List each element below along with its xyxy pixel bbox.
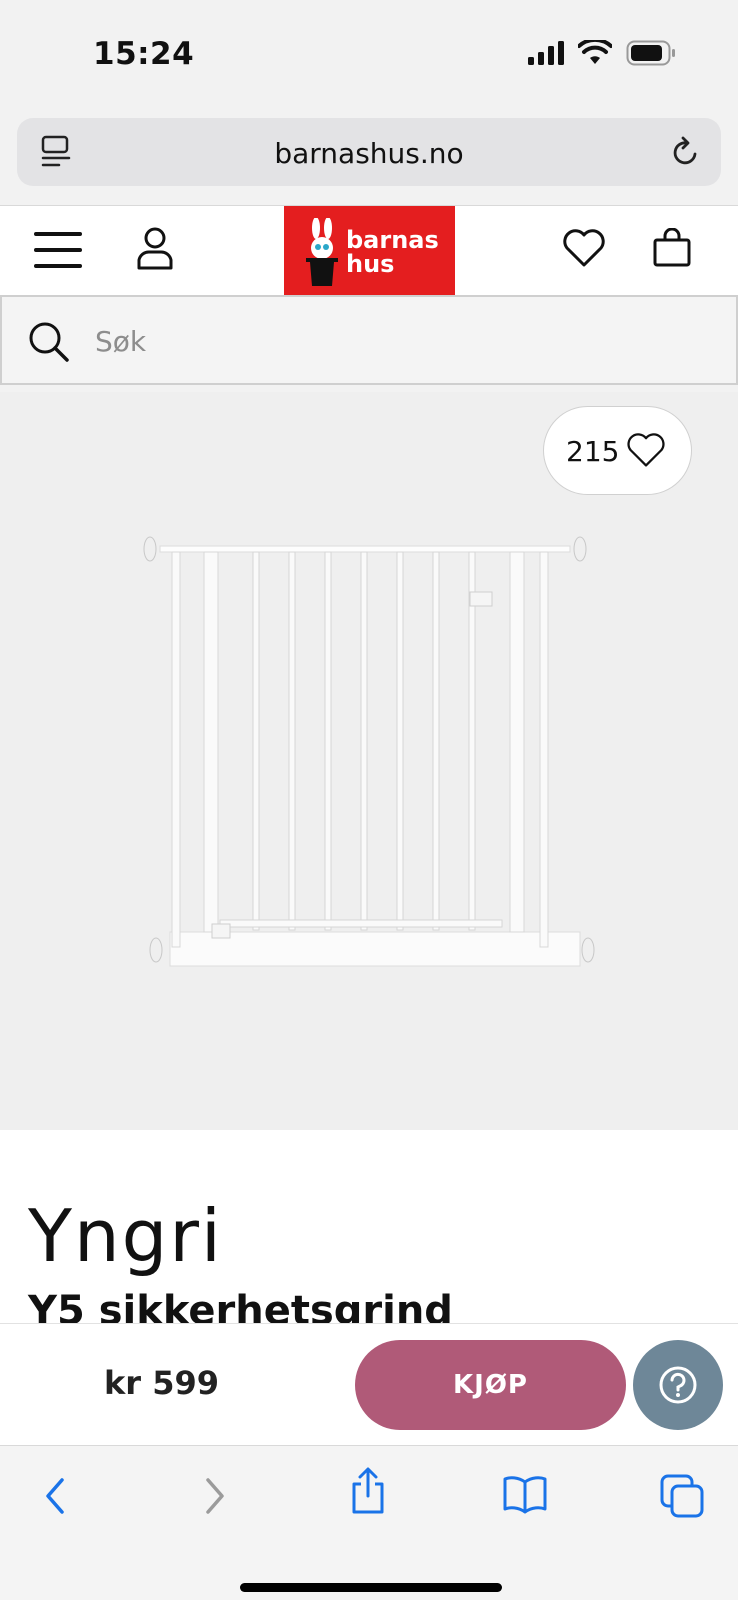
battery-icon bbox=[626, 40, 675, 66]
rabbit-hat-icon bbox=[306, 218, 338, 286]
home-indicator bbox=[240, 1583, 502, 1592]
share-icon[interactable] bbox=[348, 1466, 388, 1516]
logo-line-2: hus bbox=[346, 250, 395, 278]
tabs-icon[interactable] bbox=[660, 1474, 704, 1518]
heart-icon bbox=[627, 433, 665, 467]
search-icon[interactable] bbox=[28, 321, 70, 363]
wifi-icon bbox=[578, 40, 612, 64]
chevron-left-icon[interactable] bbox=[40, 1474, 70, 1518]
question-mark-icon bbox=[659, 1366, 697, 1404]
cellular-signal-icon bbox=[528, 41, 564, 65]
wishlist-count: 215 bbox=[566, 435, 620, 468]
brand-logo[interactable]: Yngri bbox=[28, 1200, 223, 1272]
product-image bbox=[143, 536, 595, 967]
logo-line-1: barnas bbox=[346, 226, 439, 254]
search-input[interactable]: Søk bbox=[95, 325, 146, 358]
browser-toolbar bbox=[0, 1445, 738, 1600]
buy-button[interactable]: KJØP bbox=[355, 1340, 626, 1430]
buy-bar: kr 599 KJØP bbox=[0, 1323, 738, 1445]
status-time: 15:24 bbox=[93, 36, 195, 72]
address-bar[interactable]: barnashus.no bbox=[17, 118, 721, 186]
site-header: barnas hus bbox=[0, 205, 738, 295]
shopping-bag-icon[interactable] bbox=[652, 228, 692, 268]
help-button[interactable] bbox=[633, 1340, 723, 1430]
product-info: Yngri Y5 sikkerhetsgrind bbox=[0, 1130, 738, 1323]
status-icons bbox=[528, 40, 676, 66]
wishlist-count-button[interactable]: 215 bbox=[543, 406, 692, 495]
reload-icon[interactable] bbox=[669, 134, 703, 170]
hamburger-icon[interactable] bbox=[34, 230, 82, 270]
search-field[interactable]: Søk bbox=[0, 295, 738, 385]
product-image-area: 215 bbox=[0, 392, 738, 1130]
url-text[interactable]: barnashus.no bbox=[17, 137, 721, 170]
book-icon[interactable] bbox=[502, 1474, 548, 1514]
logo-text: barnas hus bbox=[346, 228, 439, 276]
user-icon[interactable] bbox=[136, 226, 174, 270]
status-bar: 15:24 bbox=[0, 0, 738, 110]
heart-icon[interactable] bbox=[562, 228, 606, 268]
chevron-right-icon[interactable] bbox=[200, 1474, 230, 1518]
product-price: kr 599 bbox=[104, 1364, 219, 1402]
site-logo[interactable]: barnas hus bbox=[284, 206, 455, 295]
product-title: Y5 sikkerhetsgrind bbox=[28, 1288, 453, 1323]
